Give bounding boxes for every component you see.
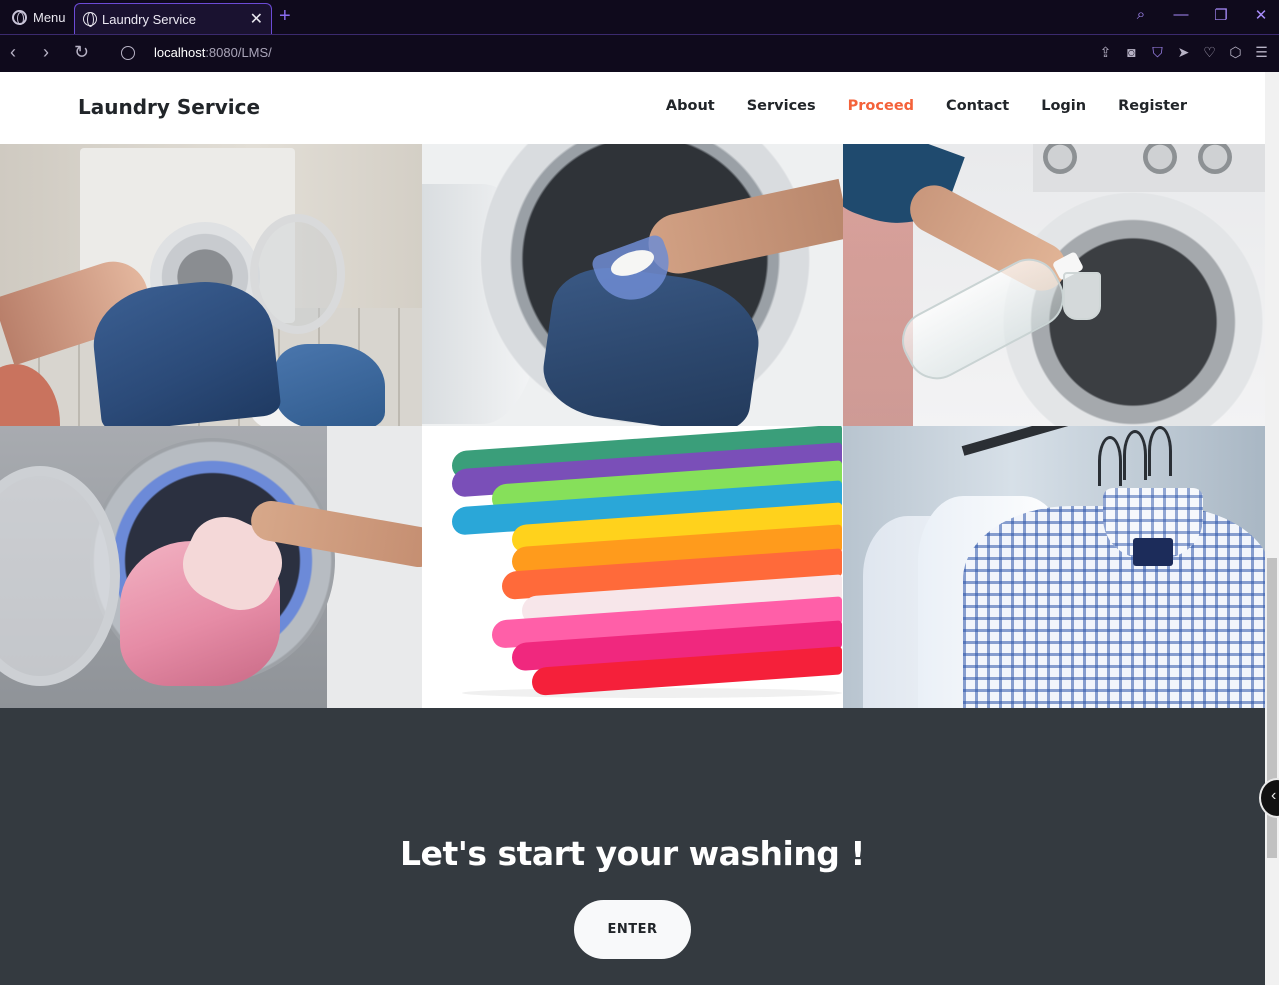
gallery-image-vinegar[interactable] [843,144,1265,426]
share-icon[interactable]: ⇪ [1098,44,1113,61]
globe-icon [83,12,97,27]
browser-menu-label: Menu [33,9,66,25]
call-to-action-section: Let's start your washing ! ENTER [0,708,1265,985]
gallery-image-folded-clothes[interactable] [422,426,843,708]
new-tab-button[interactable]: + [279,5,291,28]
portfolio-gallery [0,144,1265,708]
url-field[interactable]: localhost:8080/LMS/ [154,45,272,60]
nav-links: About Services Proceed Contact Login Reg… [666,98,1187,114]
toolbar-icons: ⇪ ◙ ⛉ ➤ ♡ ⬡ ☰ [1098,44,1269,61]
restore-icon[interactable]: ❐ [1213,6,1229,24]
window-close-icon[interactable]: ✕ [1253,6,1269,24]
nav-link-about[interactable]: About [666,98,715,114]
enter-button[interactable]: ENTER [574,900,691,959]
nav-link-services[interactable]: Services [747,98,816,114]
minimize-icon[interactable]: — [1173,6,1189,24]
brand-logo[interactable]: Laundry Service [78,95,260,119]
site-info-icon[interactable] [121,46,135,60]
browser-menu-button[interactable]: Menu [6,5,72,29]
reload-icon[interactable]: ↻ [74,42,89,63]
browser-address-bar: ‹ › ↻ localhost:8080/LMS/ ⇪ ◙ ⛉ ➤ ♡ ⬡ ☰ [0,34,1279,72]
vpn-shield-icon[interactable]: ⛉ [1150,44,1165,61]
window-controls: ⌕ — ❐ ✕ [1133,6,1269,24]
cube-icon[interactable]: ⬡ [1228,44,1243,61]
page-viewport: Laundry Service About Services Proceed C… [0,72,1265,985]
browser-tab-active[interactable]: Laundry Service ✕ [74,3,272,34]
url-path: :8080/LMS/ [205,45,272,60]
site-navbar: Laundry Service About Services Proceed C… [0,72,1265,144]
search-icon[interactable]: ⌕ [1133,6,1149,24]
tab-title: Laundry Service [102,11,196,27]
gallery-image-jeans-detergent[interactable] [422,144,843,426]
nav-link-login[interactable]: Login [1041,98,1086,114]
url-host: localhost [154,45,206,60]
back-icon[interactable]: ‹ [10,42,16,63]
forward-icon[interactable]: › [43,42,49,63]
nav-link-register[interactable]: Register [1118,98,1187,114]
heart-icon[interactable]: ♡ [1202,44,1217,61]
send-icon[interactable]: ➤ [1176,44,1191,61]
cta-title: Let's start your washing ! [400,834,865,873]
gallery-image-laundromat[interactable] [0,144,422,426]
opera-logo-icon [12,9,27,25]
browser-tab-bar: Menu Laundry Service ✕ + ⌕ — ❐ ✕ [0,0,1279,34]
gallery-image-shirts-hangers[interactable] [843,426,1265,708]
gallery-image-pink-towel[interactable] [0,426,422,708]
nav-link-contact[interactable]: Contact [946,98,1009,114]
nav-link-proceed[interactable]: Proceed [848,98,914,114]
close-icon[interactable]: ✕ [250,9,263,29]
page-scrollbar[interactable] [1265,72,1279,985]
camera-icon[interactable]: ◙ [1124,44,1139,61]
easy-setup-icon[interactable]: ☰ [1254,44,1269,61]
